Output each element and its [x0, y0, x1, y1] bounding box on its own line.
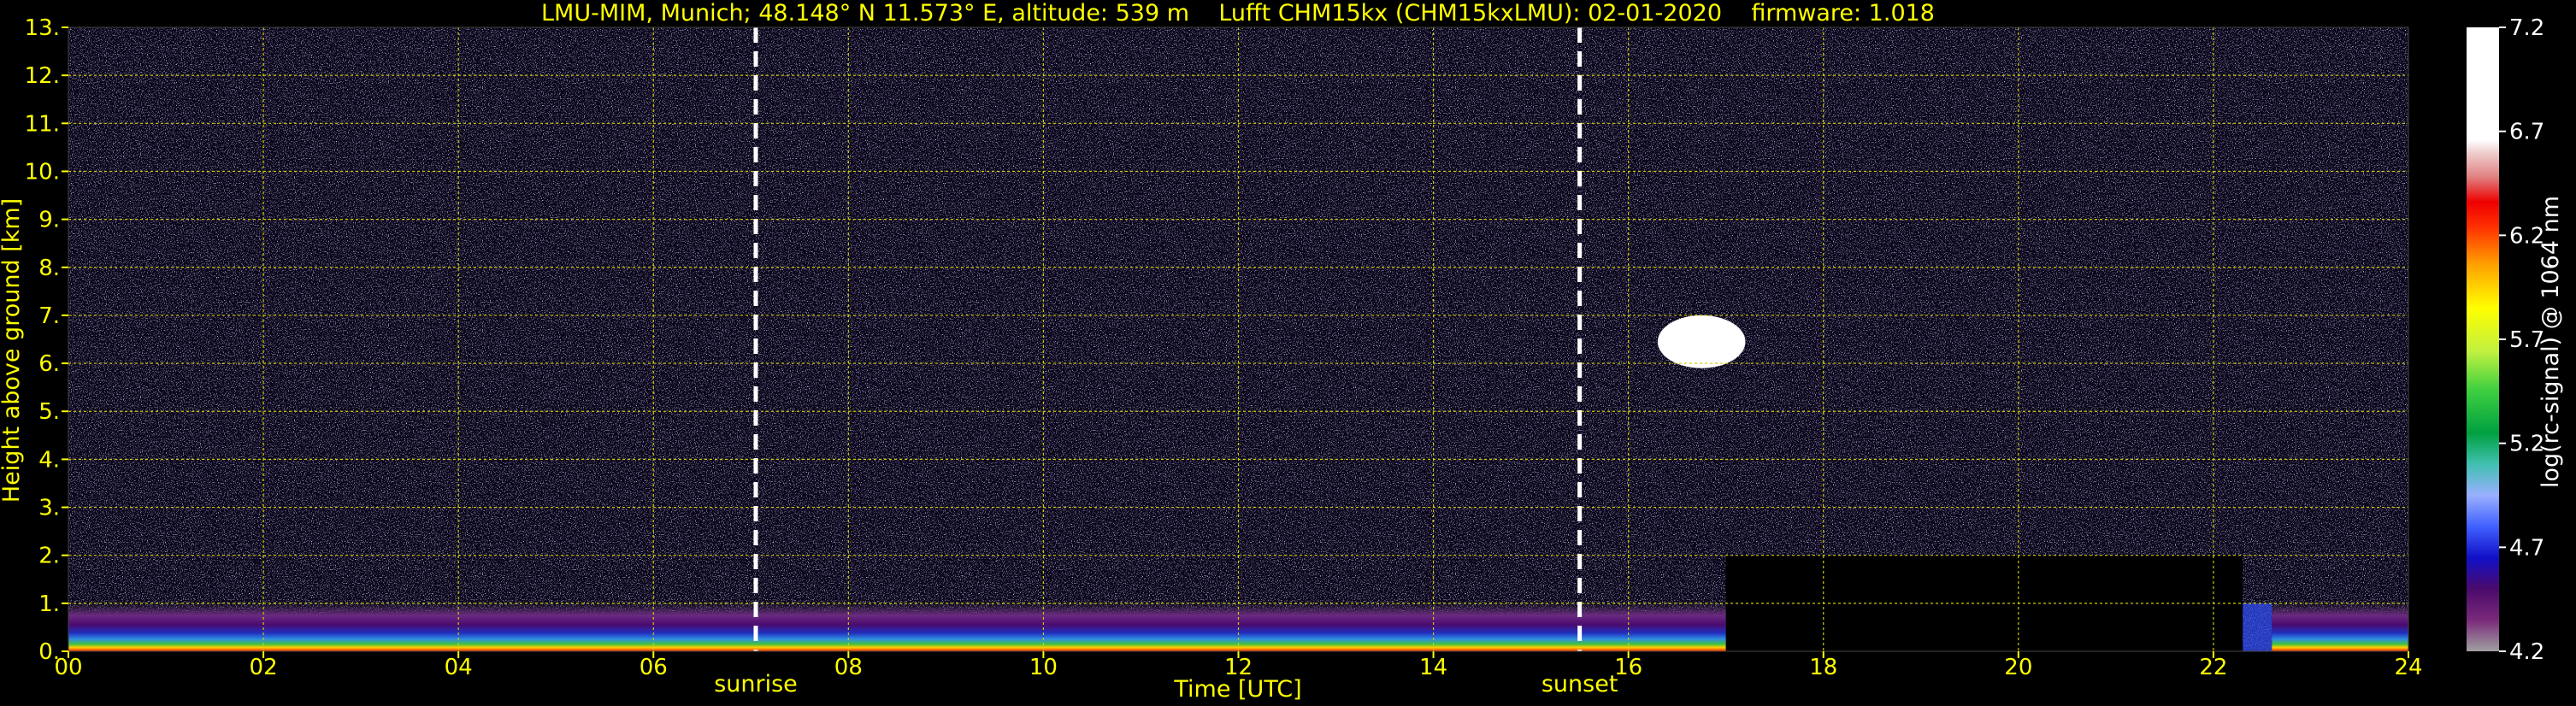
y-tick-label: 13.: [25, 15, 60, 41]
x-tick-label: 18: [1809, 655, 1837, 680]
x-tick-label: 20: [2004, 655, 2032, 680]
colorbar-tick-label: 4.2: [2509, 639, 2544, 665]
x-tick-label: 16: [1614, 655, 1642, 680]
x-axis-ticks: 00 02 04 06 08 10 12 14 16 18 20 22 24: [54, 651, 2423, 680]
x-tick-label: 14: [1419, 655, 1447, 680]
y-tick-label: 4.: [38, 447, 60, 473]
x-tick-label: 24: [2394, 655, 2422, 680]
y-tick-label: 11.: [25, 111, 60, 137]
x-tick-label: 08: [834, 655, 863, 680]
y-tick-label: 2.: [38, 544, 60, 569]
y-tick-label: 8.: [38, 256, 60, 281]
y-tick-label: 7.: [38, 303, 60, 329]
y-tick-label: 9.: [38, 208, 60, 233]
feature-boundary-layer: [68, 603, 1726, 651]
feature-late-boundary-layer: [2272, 603, 2408, 651]
feature-low-cloud: [2243, 603, 2272, 651]
ceilometer-chart: LMU-MIM, Munich; 48.148° N 11.573° E, al…: [0, 0, 2564, 703]
y-tick-label: 6.: [38, 351, 60, 377]
x-tick-label: 10: [1029, 655, 1058, 680]
y-tick-label: 5.: [38, 399, 60, 425]
y-tick-label: 10.: [25, 159, 60, 185]
colorbar-tick-label: 4.7: [2509, 535, 2544, 561]
x-tick-label: 02: [250, 655, 278, 680]
colorbar-label: log(rc-signal) @ 1064 nm: [2538, 196, 2564, 488]
colorbar-gradient: [2467, 27, 2499, 651]
y-tick-label: 1.: [38, 591, 60, 617]
x-tick-label: 04: [445, 655, 473, 680]
colorbar: 4.24.75.25.76.26.77.2 log(rc-signal) @ 1…: [2467, 15, 2564, 665]
x-tick-label: 06: [640, 655, 668, 680]
x-tick-label: 00: [54, 655, 82, 680]
sunrise-label: sunrise: [714, 671, 798, 697]
chart-title: LMU-MIM, Munich; 48.148° N 11.573° E, al…: [541, 0, 1935, 26]
x-tick-label: 12: [1224, 655, 1253, 680]
sunset-label: sunset: [1541, 671, 1618, 697]
y-tick-label: 3.: [38, 496, 60, 521]
x-tick-label: 22: [2199, 655, 2227, 680]
y-axis-label: Height above ground [km]: [0, 198, 25, 503]
y-axis-ticks: 0.1.2.3.4.5.6.7.8.9.10.11.12.13.: [25, 15, 68, 665]
colorbar-tick-label: 6.7: [2509, 120, 2544, 145]
y-tick-label: 12.: [25, 63, 60, 89]
plot-area: [68, 26, 2409, 652]
colorbar-tick-label: 7.2: [2509, 15, 2544, 41]
feature-cloud: [1657, 315, 1746, 368]
